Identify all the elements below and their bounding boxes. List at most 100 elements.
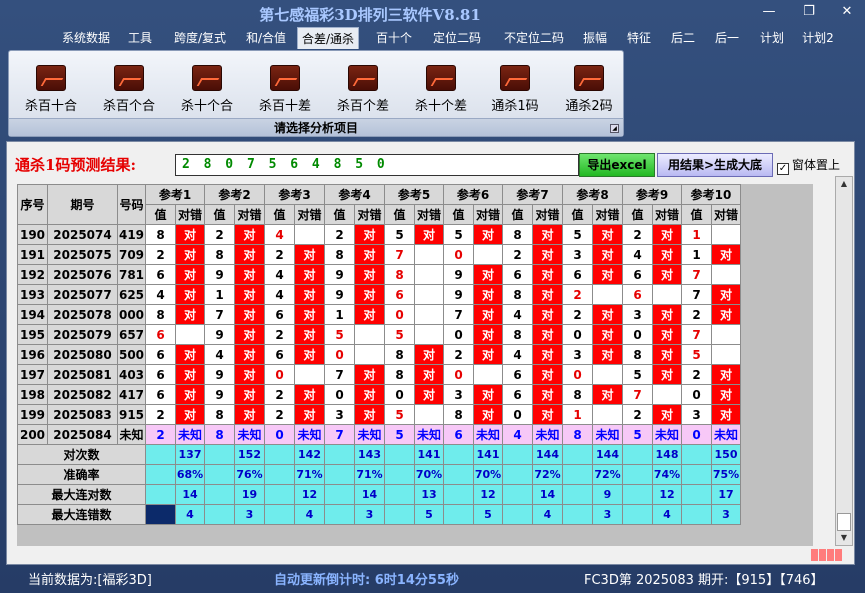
ref-value-cell: 0 <box>562 324 593 345</box>
ref-result-cell <box>473 364 503 385</box>
vertical-scrollbar[interactable]: ▲ ▼ <box>835 176 853 546</box>
menu-item[interactable]: 百十个 <box>372 27 416 49</box>
ref-result-cell <box>414 264 444 285</box>
ribbon-expand-icon[interactable]: ◢ <box>610 124 619 133</box>
ref-value-cell: 2 <box>145 404 176 425</box>
col-header-ref: 参考7 <box>502 184 563 205</box>
stats-value: 12 <box>294 484 325 505</box>
ref-result-cell: 对 <box>234 324 265 345</box>
ribbon-button[interactable]: 通杀1码 <box>479 65 551 115</box>
stats-value: 142 <box>294 444 325 465</box>
table-row[interactable]: 193 2025077 625 4 对 1 对 4 对 9 对 6 9 对 8 对 2 6 7 对 <box>17 284 741 305</box>
col-header-result: 对错 <box>414 204 444 225</box>
stats-spacer <box>264 484 295 505</box>
menu-item[interactable]: 合差/通杀 <box>297 27 359 49</box>
menu-item[interactable]: 不定位二码 <box>494 27 574 49</box>
ribbon-button[interactable]: 通杀2码 <box>553 65 625 115</box>
table-row[interactable]: 192 2025076 781 6 对 9 对 4 对 9 对 8 9 对 6 对 6 对 6 对 7 <box>17 264 741 285</box>
ref-result-cell: 对 <box>532 324 563 345</box>
app-window: 第七感福彩3D排列三软件V8.81 — ❐ ✕ 系统数据 工具 跨度/复式 和/合值合… <box>0 0 865 593</box>
menu-item[interactable]: 和/合值 <box>241 27 291 49</box>
table-row[interactable]: 190 2025074 419 8 对 2 对 4 2 对 5 对 5 对 8 对 5 对 2 对 1 <box>17 224 741 245</box>
ribbon-button[interactable]: 杀十个差 <box>405 65 477 115</box>
ref-result-cell: 对 <box>414 224 444 245</box>
ref-result-cell: 对 <box>592 264 623 285</box>
ref-value-cell: 3 <box>622 304 653 325</box>
issue-cell: 2025082 <box>47 384 118 405</box>
scroll-thumb[interactable] <box>837 513 851 531</box>
minimize-button[interactable]: — <box>758 3 780 21</box>
stats-spacer <box>264 464 295 485</box>
export-excel-button[interactable]: 导出excel <box>579 153 655 177</box>
table-row-prediction[interactable]: 200 2025084 未知 2 未知 8 未知 0 未知 7 未知 5 未知 6 未知 4 未知 8 未知 5 未知 0… <box>17 424 741 445</box>
menu-item[interactable]: 特征 <box>620 27 658 49</box>
ribbon-button[interactable]: 杀十个合 <box>171 65 243 115</box>
menu-item[interactable]: 工具 <box>122 27 158 49</box>
menu-item[interactable]: 计划2 <box>796 27 840 49</box>
generate-base-button[interactable]: 用结果>生成大底 <box>657 153 773 177</box>
ref-result-cell: 对 <box>711 284 741 305</box>
close-button[interactable]: ✕ <box>836 3 858 21</box>
ribbon-button[interactable]: 杀百个差 <box>327 65 399 115</box>
maximize-button[interactable]: ❐ <box>798 3 820 21</box>
menu-item[interactable]: 后二 <box>664 27 702 49</box>
table-row[interactable]: 198 2025082 417 6 对 9 对 2 对 0 对 0 对 3 对 6 对 8 对 7 0 对 <box>17 384 741 405</box>
ref-result-cell: 对 <box>234 244 265 265</box>
menu-item[interactable]: 计划 <box>754 27 790 49</box>
ref-result-cell: 对 <box>354 384 385 405</box>
ref-value-cell: 6 <box>264 344 295 365</box>
col-header-ref: 参考4 <box>324 184 385 205</box>
ref-result-cell: 对 <box>414 384 444 405</box>
ribbon-button-label: 杀百个合 <box>102 99 155 114</box>
ref-value-cell: 3 <box>681 404 712 425</box>
table-row[interactable]: 195 2025079 657 6 9 对 2 对 5 5 0 对 8 对 0 对 0 对 7 <box>17 324 741 345</box>
ref-value-cell: 5 <box>562 224 593 245</box>
ref-value-cell: 5 <box>324 324 355 345</box>
ribbon-button[interactable]: 杀百个合 <box>93 65 165 115</box>
menu-item[interactable]: 后一 <box>708 27 746 49</box>
table-row[interactable]: 199 2025083 915 2 对 8 对 2 对 3 对 5 8 对 0 对 1 2 对 3 对 <box>17 404 741 425</box>
ref-result-cell: 对 <box>175 244 205 265</box>
stats-value: 72% <box>532 464 563 485</box>
ref-value-cell: 5 <box>384 404 415 425</box>
ref-result-cell: 对 <box>592 224 623 245</box>
seq-cell: 195 <box>17 324 48 345</box>
ref-result-cell <box>294 224 325 245</box>
ref-result-cell: 对 <box>473 304 503 325</box>
scroll-down-icon[interactable]: ▼ <box>836 531 852 545</box>
table-row[interactable]: 194 2025078 000 8 对 7 对 6 对 1 对 0 7 对 4 对 2 对 3 对 2 对 <box>17 304 741 325</box>
ref-value-cell: 8 <box>384 344 415 365</box>
stats-row: 准确率 68% 76% 71% 71% 70% 70% 72% 72% 74% 75% <box>17 464 741 485</box>
col-header-value: 值 <box>562 204 593 225</box>
table-row[interactable]: 191 2025075 709 2 对 8 对 2 对 8 对 7 0 2 对 3 对 4 对 1 对 <box>17 244 741 265</box>
ref-result-cell: 对 <box>473 284 503 305</box>
stats-value: 71% <box>294 464 325 485</box>
ref-value-cell: 2 <box>264 384 295 405</box>
stats-spacer <box>384 444 415 465</box>
chart-icon <box>192 65 222 91</box>
stats-spacer <box>264 504 295 525</box>
seq-cell: 196 <box>17 344 48 365</box>
ref-value-cell: 6 <box>145 264 176 285</box>
ref-value-cell: 0 <box>384 304 415 325</box>
menu-item[interactable]: 跨度/复式 <box>167 27 233 49</box>
stats-spacer <box>681 464 712 485</box>
stats-spacer <box>562 464 593 485</box>
table-row[interactable]: 196 2025080 500 6 对 4 对 6 对 0 8 对 2 对 4 对 3 对 8 对 5 <box>17 344 741 365</box>
ribbon-button[interactable]: 杀百十差 <box>249 65 321 115</box>
ref-value-cell: 1 <box>681 244 712 265</box>
ref-result-cell: 对 <box>652 364 682 385</box>
table-row[interactable]: 197 2025081 403 6 对 9 对 0 7 对 8 对 0 6 对 0 5 对 2 对 <box>17 364 741 385</box>
col-header-result: 对错 <box>473 204 503 225</box>
prediction-result-field[interactable]: 2 8 0 7 5 6 4 8 5 0 <box>175 154 579 176</box>
menu-item[interactable]: 定位二码 <box>426 27 488 49</box>
menu-item[interactable]: 系统数据 <box>57 27 115 49</box>
ref-result-cell <box>414 284 444 305</box>
ribbon-button[interactable]: 杀百十合 <box>15 65 87 115</box>
ref-value-cell: 4 <box>264 264 295 285</box>
menu-item[interactable]: 振幅 <box>576 27 614 49</box>
pin-window-checkbox[interactable]: ✓ 窗体置上 <box>777 156 840 175</box>
ref-value-cell: 9 <box>204 364 235 385</box>
scroll-up-icon[interactable]: ▲ <box>836 177 852 191</box>
code-cell: 915 <box>117 404 146 425</box>
